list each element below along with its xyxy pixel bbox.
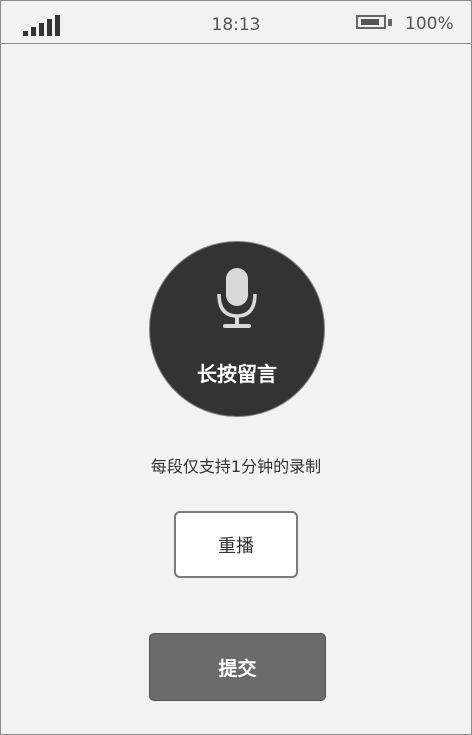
battery-icon xyxy=(356,15,386,29)
submit-button[interactable]: 提交 xyxy=(149,633,326,701)
microphone-icon xyxy=(217,268,257,328)
replay-button-label: 重播 xyxy=(218,535,254,557)
hold-to-record-button[interactable]: 长按留言 xyxy=(149,241,325,417)
battery-tip xyxy=(388,19,392,26)
submit-button-label: 提交 xyxy=(218,657,257,680)
duration-hint: 每段仅支持1分钟的录制 xyxy=(150,457,322,476)
replay-button[interactable]: 重播 xyxy=(174,511,298,578)
status-bar: 18:13 100% xyxy=(1,1,471,44)
status-time: 18:13 xyxy=(211,15,261,35)
record-button-label: 长按留言 xyxy=(197,362,277,386)
phone-frame: 18:13 100% 长按留言 每段仅支持1分钟的录制 重播 提交 xyxy=(0,0,472,735)
battery-percent: 100% xyxy=(405,14,454,34)
